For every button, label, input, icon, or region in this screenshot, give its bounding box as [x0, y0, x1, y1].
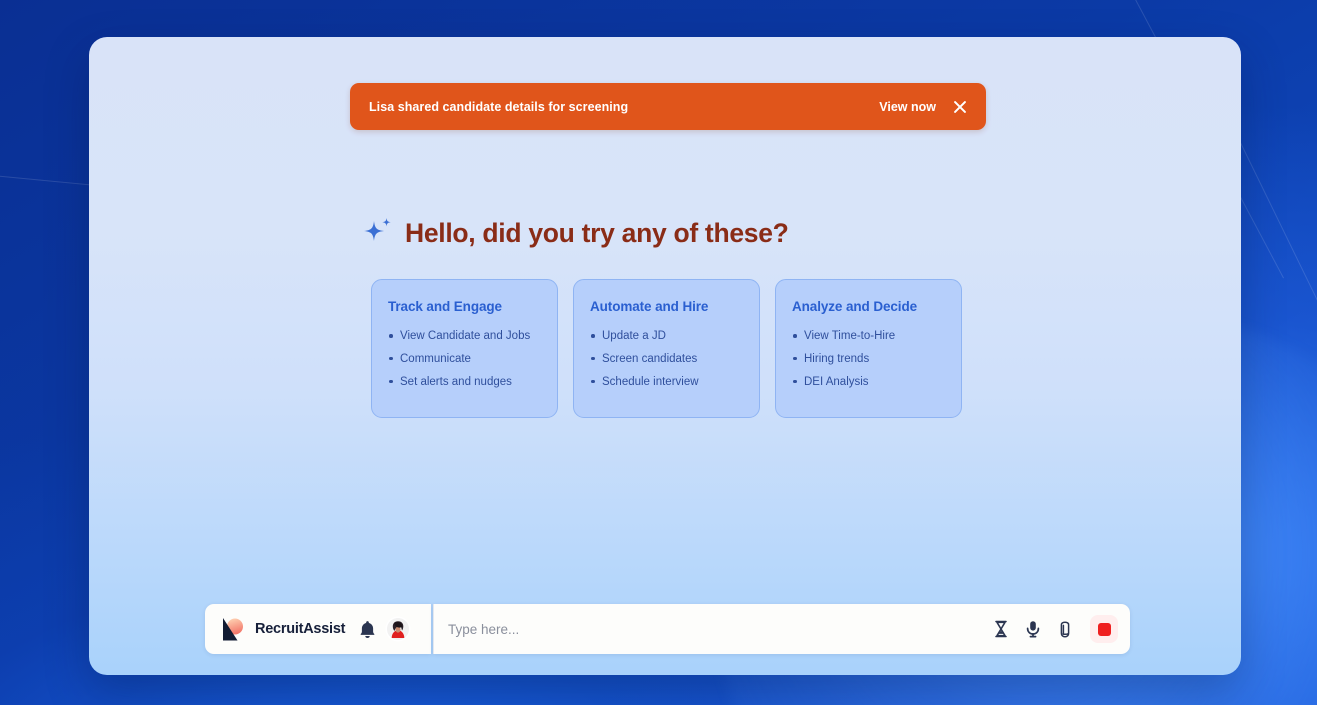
- composer: [433, 604, 1130, 654]
- list-item[interactable]: Hiring trends: [792, 352, 947, 366]
- view-now-link[interactable]: View now: [879, 100, 936, 114]
- suggestion-card-track-and-engage[interactable]: Track and Engage View Candidate and Jobs…: [371, 279, 558, 418]
- card-item-list: View Candidate and Jobs Communicate Set …: [388, 329, 543, 389]
- brand-pill: RecruitAssist: [205, 604, 431, 654]
- stop-square-icon: [1097, 622, 1111, 636]
- paperclip-icon[interactable]: [1056, 620, 1074, 638]
- card-item-list: View Time-to-Hire Hiring trends DEI Anal…: [792, 329, 947, 389]
- greeting-row: Hello, did you try any of these?: [361, 217, 789, 249]
- microphone-icon[interactable]: [1024, 620, 1042, 638]
- sparkle-icon: [364, 218, 391, 241]
- close-icon[interactable]: [952, 99, 968, 115]
- list-item[interactable]: Update a JD: [590, 329, 745, 343]
- hourglass-icon[interactable]: [992, 620, 1010, 638]
- page-title: Hello, did you try any of these?: [405, 217, 789, 248]
- card-title: Track and Engage: [388, 299, 502, 314]
- card-title: Automate and Hire: [590, 299, 709, 314]
- app-window: Lisa shared candidate details for screen…: [89, 37, 1241, 675]
- notification-banner[interactable]: Lisa shared candidate details for screen…: [350, 83, 986, 130]
- card-title: Analyze and Decide: [792, 299, 917, 314]
- list-item[interactable]: View Time-to-Hire: [792, 329, 947, 343]
- list-item[interactable]: Communicate: [388, 352, 543, 366]
- list-item[interactable]: Screen candidates: [590, 352, 745, 366]
- suggestion-card-analyze-and-decide[interactable]: Analyze and Decide View Time-to-Hire Hir…: [775, 279, 962, 418]
- suggestion-card-automate-and-hire[interactable]: Automate and Hire Update a JD Screen can…: [573, 279, 760, 418]
- bell-icon[interactable]: [359, 620, 376, 639]
- stop-button[interactable]: [1090, 615, 1118, 643]
- list-item[interactable]: Set alerts and nudges: [388, 375, 543, 389]
- card-item-list: Update a JD Screen candidates Schedule i…: [590, 329, 745, 389]
- list-item[interactable]: View Candidate and Jobs: [388, 329, 543, 343]
- list-item[interactable]: Schedule interview: [590, 375, 745, 389]
- composer-tools: [992, 615, 1118, 643]
- list-item[interactable]: DEI Analysis: [792, 375, 947, 389]
- user-avatar-image: [387, 618, 410, 640]
- suggestion-cards: Track and Engage View Candidate and Jobs…: [371, 279, 962, 418]
- avatar[interactable]: [387, 618, 410, 640]
- recruitassist-logo-icon: [223, 617, 243, 640]
- bottom-bar: RecruitAssist: [205, 604, 1130, 654]
- brand-name: RecruitAssist: [255, 621, 346, 637]
- search-input[interactable]: [448, 621, 982, 637]
- notification-message: Lisa shared candidate details for screen…: [369, 99, 629, 114]
